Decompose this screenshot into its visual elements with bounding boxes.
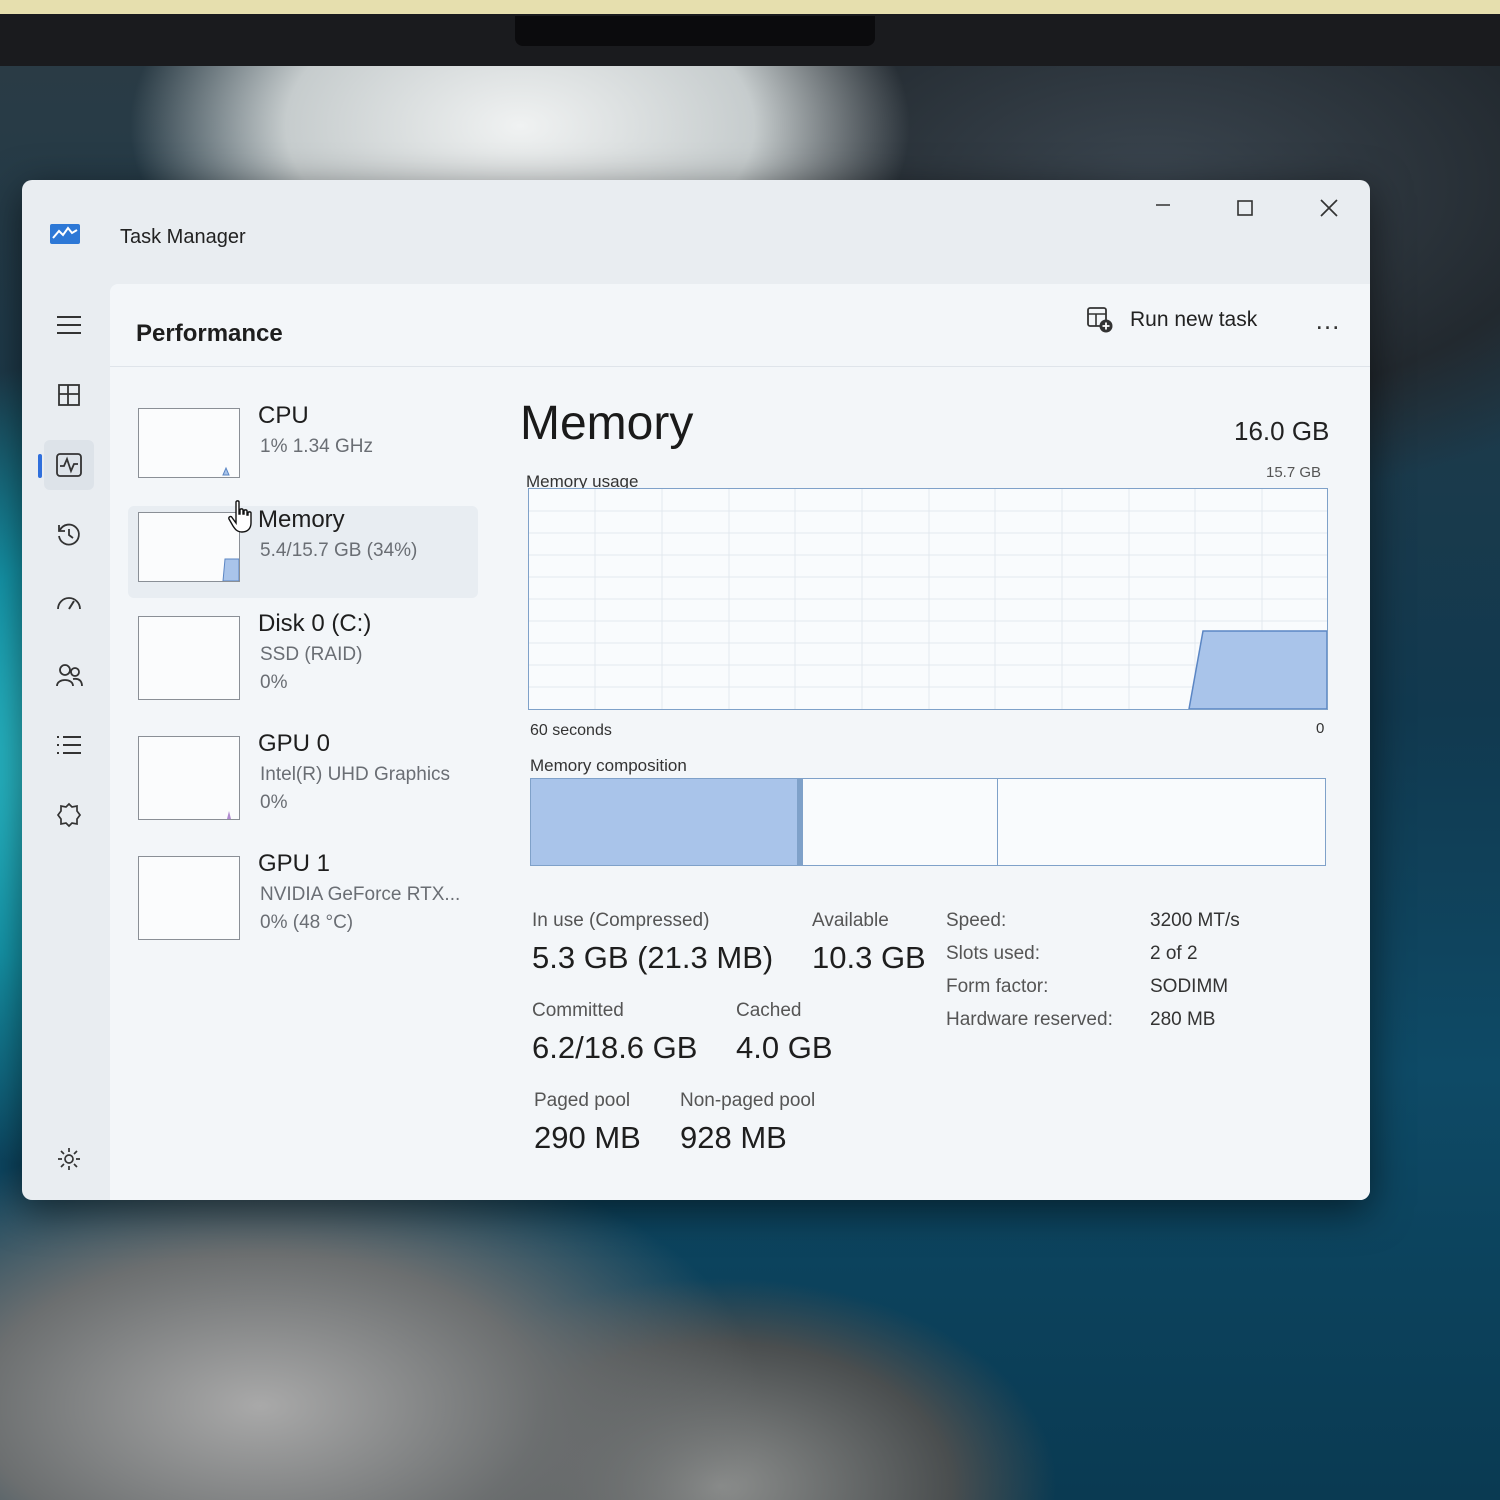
available-label: Available (812, 910, 889, 931)
in-use-value: 5.3 GB (21.3 MB) (532, 940, 774, 975)
navigation-rail (22, 272, 110, 1200)
minimize-button[interactable] (1138, 188, 1188, 228)
services-icon (56, 802, 82, 828)
disk-thumbnail-graph (138, 616, 240, 700)
device-name: Disk 0 (C:) (258, 610, 372, 637)
settings-icon (58, 1148, 80, 1170)
background-wall (0, 0, 1500, 14)
graph-time-span: 60 seconds (530, 722, 612, 739)
device-stat: 0% (260, 792, 288, 813)
memory-thumbnail-graph (138, 512, 240, 582)
committed-label: Committed (532, 1000, 624, 1021)
composition-free (998, 779, 1325, 865)
device-stat: 1% 1.34 GHz (260, 436, 373, 457)
nav-services[interactable] (44, 790, 94, 840)
maximize-icon (1237, 200, 1253, 216)
composition-standby (802, 779, 998, 865)
app-history-icon (58, 523, 80, 546)
startup-apps-icon (57, 597, 81, 610)
non-paged-pool-value: 928 MB (680, 1120, 787, 1155)
device-item-memory[interactable]: Memory 5.4/15.7 GB (34%) (128, 506, 478, 598)
paged-pool-value: 290 MB (534, 1120, 641, 1155)
memory-usage-max: 15.7 GB (1266, 464, 1322, 481)
gpu1-thumbnail-graph (138, 856, 240, 940)
device-item-cpu[interactable]: CPU 1% 1.34 GHz (128, 402, 478, 494)
device-stat: 0% (48 °C) (260, 912, 354, 933)
device-name: CPU (258, 402, 309, 429)
cached-value: 4.0 GB (736, 1030, 833, 1065)
paged-pool-label: Paged pool (534, 1090, 631, 1111)
memory-total: 16.0 GB (1234, 416, 1330, 446)
gpu0-thumbnail-graph (138, 736, 240, 820)
webcam-notch (515, 16, 875, 46)
more-options-icon: … (1314, 304, 1342, 335)
spec-form-factor-value: SODIMM (1150, 976, 1229, 997)
non-paged-pool-label: Non-paged pool (680, 1090, 816, 1111)
spec-slots-label: Slots used: (946, 943, 1040, 964)
performance-icon (56, 453, 82, 477)
spec-hardware-reserved-label: Hardware reserved: (946, 1009, 1113, 1030)
memory-composition-bar (530, 778, 1326, 866)
close-icon (1320, 199, 1338, 217)
device-name: GPU 1 (258, 850, 331, 877)
task-manager-app-icon (50, 224, 80, 244)
spec-slots-value: 2 of 2 (1150, 943, 1198, 964)
nav-details[interactable] (44, 720, 94, 770)
nav-settings[interactable] (44, 1134, 94, 1184)
spec-form-factor-label: Form factor: (946, 976, 1049, 997)
memory-composition-label: Memory composition (530, 756, 687, 775)
nav-app-history[interactable] (44, 510, 94, 560)
run-new-task-button[interactable]: Run new task (1086, 300, 1257, 340)
memory-usage-area (1188, 630, 1328, 710)
performance-panel: Performance Run new task … CPU 1% 1.34 G… (110, 284, 1370, 1200)
cached-label: Cached (736, 1000, 802, 1021)
spec-speed-label: Speed: (946, 910, 1007, 931)
available-value: 10.3 GB (812, 940, 926, 975)
title-bar[interactable]: Task Manager (22, 180, 1370, 272)
window-title: Task Manager (120, 226, 246, 248)
nav-startup-apps[interactable] (44, 580, 94, 630)
processes-icon (58, 384, 80, 406)
device-stat: 0% (260, 672, 288, 693)
more-options-button[interactable]: … (1306, 300, 1350, 340)
device-item-disk-0[interactable]: Disk 0 (C:) SSD (RAID) 0% (128, 610, 478, 702)
detail-title: Memory (520, 397, 694, 450)
memory-usage-graph (528, 488, 1328, 710)
run-new-task-icon (1087, 307, 1113, 333)
run-new-task-label: Run new task (1130, 308, 1258, 331)
nav-performance[interactable] (38, 440, 94, 490)
device-item-gpu-1[interactable]: GPU 1 NVIDIA GeForce RTX... 0% (48 °C) (128, 850, 478, 942)
device-name: Memory (258, 506, 345, 533)
nav-processes[interactable] (44, 370, 94, 420)
device-model: NVIDIA GeForce RTX... (260, 884, 461, 905)
menu-icon (57, 316, 81, 334)
maximize-button[interactable] (1220, 188, 1270, 228)
details-icon (57, 736, 81, 754)
hand-pointer-cursor-icon (228, 500, 252, 533)
spec-speed-value: 3200 MT/s (1150, 910, 1240, 931)
composition-in-use (531, 779, 797, 865)
device-model: Intel(R) UHD Graphics (260, 764, 451, 785)
header-divider (110, 366, 1370, 367)
page-title: Performance (136, 320, 283, 347)
device-type: SSD (RAID) (260, 644, 363, 665)
monitor-bezel (0, 14, 1500, 66)
in-use-label: In use (Compressed) (532, 910, 710, 931)
cpu-thumbnail-graph (138, 408, 240, 478)
nav-users[interactable] (44, 650, 94, 700)
task-manager-window: Task Manager Performance Run new task … … (22, 180, 1370, 1200)
users-icon (56, 664, 83, 687)
device-stat: 5.4/15.7 GB (34%) (260, 540, 418, 561)
close-button[interactable] (1304, 188, 1354, 228)
graph-axis-min: 0 (1316, 720, 1325, 737)
spec-hardware-reserved-value: 280 MB (1150, 1009, 1216, 1030)
device-name: GPU 0 (258, 730, 331, 757)
minimize-icon (1156, 204, 1170, 206)
committed-value: 6.2/18.6 GB (532, 1030, 698, 1065)
menu-button[interactable] (44, 300, 94, 350)
device-item-gpu-0[interactable]: GPU 0 Intel(R) UHD Graphics 0% (128, 730, 478, 822)
